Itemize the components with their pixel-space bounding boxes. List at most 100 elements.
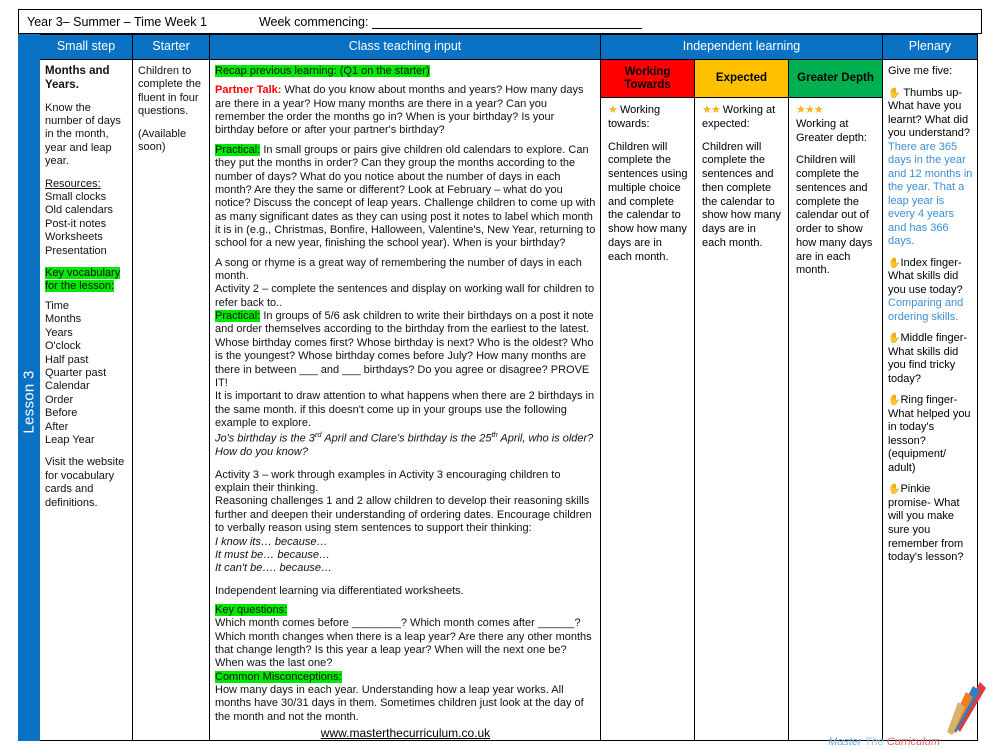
- week-commencing-blank-line: [371, 19, 642, 29]
- vocabulary-website-note: Visit the website for vocabulary cards a…: [45, 456, 125, 509]
- ordinal-suffix-3rd: rd: [314, 430, 322, 440]
- key-questions-body: Which month comes before ________? Which…: [215, 617, 592, 670]
- year-term-topic-label: Year 3– Summer – Time Week 1: [27, 14, 207, 29]
- group-working-towards: Working Towards ★ Working towards: Child…: [601, 60, 695, 740]
- hand-icon: ✋: [888, 333, 901, 345]
- plenary-content: Give me five: ✋ Thumbs up- What have you…: [883, 60, 977, 577]
- stem-sentence: I know its… because…: [215, 535, 328, 548]
- column-class-teaching-input: Class teaching input Recap previous lear…: [209, 34, 601, 741]
- small-step-content: Months and Years. Know the number of day…: [40, 60, 132, 740]
- attention-note: It is important to draw attention to wha…: [215, 390, 595, 429]
- small-step-objective: Know the number of days in the month, ye…: [45, 101, 121, 168]
- song-rhyme-line: A song or rhyme is a great way of rememb…: [215, 256, 582, 283]
- vocab-item: Calendar: [45, 380, 90, 393]
- brand-footer: Master The Curriculum: [828, 736, 940, 748]
- star-rating-icon: ★★: [702, 104, 721, 116]
- lesson-plan-page: Year 3– Summer – Time Week 1 Week commen…: [0, 0, 1000, 750]
- lesson-number-tab: Lesson 3: [18, 34, 40, 741]
- activity-2-line: Activity 2 – complete the sentences and …: [215, 283, 595, 309]
- group-subtitle: Working at Greater depth:: [796, 117, 867, 144]
- resource-item: Post-it notes: [45, 217, 107, 230]
- vocab-item: Before: [45, 407, 78, 420]
- practical-1-body: In small groups or pairs give children o…: [215, 143, 596, 250]
- small-step-title: Months and Years.: [45, 65, 110, 91]
- group-expected: Expected ★★ Working at expected: Childre…: [695, 60, 789, 740]
- group-body-greater-depth: ★★★ Working at Greater depth: Children w…: [789, 98, 882, 740]
- index-finger-answer: Comparing and ordering skills.: [888, 297, 964, 323]
- group-header-working-towards: Working Towards: [601, 60, 694, 98]
- vocab-item: Quarter past: [45, 366, 107, 379]
- group-task-description: Children will complete the sentences and…: [702, 140, 781, 249]
- give-me-five-intro: Give me five:: [888, 65, 953, 77]
- reasoning-line: Reasoning challenges 1 and 2 allow child…: [215, 495, 592, 535]
- column-header-starter: Starter: [133, 34, 209, 60]
- ring-finger-question: Ring finger- What helped you in today's …: [888, 394, 971, 474]
- star-rating-icon: ★★★: [796, 104, 824, 116]
- partner-talk-label: Partner Talk:: [215, 84, 282, 97]
- group-task-description: Children will complete the sentences usi…: [608, 140, 688, 263]
- column-starter: Starter Children to complete the fluent …: [132, 34, 210, 741]
- birthday-example: Jo's birthday is the 3rd April and Clare…: [215, 430, 594, 459]
- column-independent-learning: Independent learning Working Towards ★ W…: [600, 34, 883, 741]
- column-header-independent-learning: Independent learning: [601, 34, 882, 60]
- stem-sentence: It must be… because…: [215, 548, 330, 561]
- vocab-item: Months: [45, 313, 82, 326]
- column-header-small-step: Small step: [40, 34, 132, 60]
- starter-availability-note: (Available soon): [138, 127, 187, 154]
- vocab-item: O'clock: [45, 340, 81, 353]
- star-rating-icon: ★: [608, 104, 618, 116]
- hand-icon: ✋: [888, 395, 901, 407]
- recap-label: Recap previous learning: (Q1 on the star…: [215, 65, 430, 77]
- resource-item: Presentation: [45, 244, 107, 257]
- group-body-working-towards: ★ Working towards: Children will complet…: [601, 98, 694, 740]
- vocab-item: Order: [45, 393, 74, 406]
- lesson-plan-table: Lesson 3 Small step Months and Years. Kn…: [18, 34, 982, 741]
- starter-text: Children to complete the fluent in four …: [138, 65, 201, 118]
- hand-icon: ✋: [888, 484, 901, 496]
- activity-3-line: Activity 3 – work through examples in Ac…: [215, 468, 561, 495]
- practical-1-label: Practical:: [215, 143, 261, 156]
- independent-learning-line: Independent learning via differentiated …: [215, 584, 464, 597]
- week-commencing-label: Week commencing:: [258, 14, 369, 29]
- index-finger-question: Index finger- What skills did you use to…: [888, 256, 963, 296]
- brand-word-curriculum: Curriculum: [886, 736, 940, 748]
- thumbs-up-answer: There are 365 days in the year and 12 mo…: [888, 140, 973, 248]
- vocab-item: Time: [45, 299, 70, 312]
- column-small-step: Small step Months and Years. Know the nu…: [39, 34, 133, 741]
- group-header-expected: Expected: [695, 60, 788, 98]
- common-misconceptions-body: How many days in each year. Understandin…: [215, 684, 584, 723]
- vocab-item: Years: [45, 326, 73, 339]
- brand-word-master: Master: [828, 736, 862, 748]
- vocab-item: Leap Year: [45, 433, 95, 446]
- class-teaching-content: Recap previous learning: (Q1 on the star…: [210, 60, 600, 740]
- resource-item: Small clocks: [45, 191, 107, 204]
- stem-sentence: It can't be…. because…: [215, 562, 333, 575]
- group-body-expected: ★★ Working at expected: Children will co…: [695, 98, 788, 740]
- brand-word-the: The: [864, 736, 884, 748]
- middle-finger-question: Middle finger- What skills did you find …: [888, 332, 968, 385]
- starter-content: Children to complete the fluent in four …: [133, 60, 209, 740]
- differentiation-groups: Working Towards ★ Working towards: Child…: [601, 60, 882, 740]
- document-header-bar: Year 3– Summer – Time Week 1 Week commen…: [18, 9, 982, 34]
- common-misconceptions-label: Common Misconceptions:: [215, 670, 342, 683]
- hand-icon: ✋: [888, 257, 901, 269]
- key-questions-label: Key questions:: [215, 603, 288, 616]
- group-greater-depth: Greater Depth ★★★ Working at Greater dep…: [789, 60, 882, 740]
- column-header-class-teaching: Class teaching input: [210, 34, 600, 60]
- lesson-number-label: Lesson 3: [20, 369, 38, 434]
- resource-item: Worksheets: [45, 231, 103, 244]
- vocab-item: After: [45, 420, 69, 433]
- group-task-description: Children will complete the sentences and…: [796, 154, 873, 277]
- week-commencing-field: Week commencing:: [259, 15, 642, 29]
- key-vocabulary-label: Key vocabulary for the lesson:: [45, 267, 121, 293]
- thumbs-up-question: Thumbs up- What have you learnt? What di…: [888, 86, 970, 140]
- practical-2-label: Practical:: [215, 310, 261, 323]
- group-header-greater-depth: Greater Depth: [789, 60, 882, 98]
- website-url[interactable]: www.masterthecurriculum.co.uk: [215, 726, 596, 740]
- resources-label: Resources:: [45, 177, 101, 190]
- column-header-plenary: Plenary: [883, 34, 977, 60]
- vocab-item: Half past: [45, 353, 89, 366]
- column-plenary: Plenary Give me five: ✋ Thumbs up- What …: [882, 34, 978, 741]
- hand-icon: ✋: [888, 87, 901, 99]
- resource-item: Old calendars: [45, 204, 113, 217]
